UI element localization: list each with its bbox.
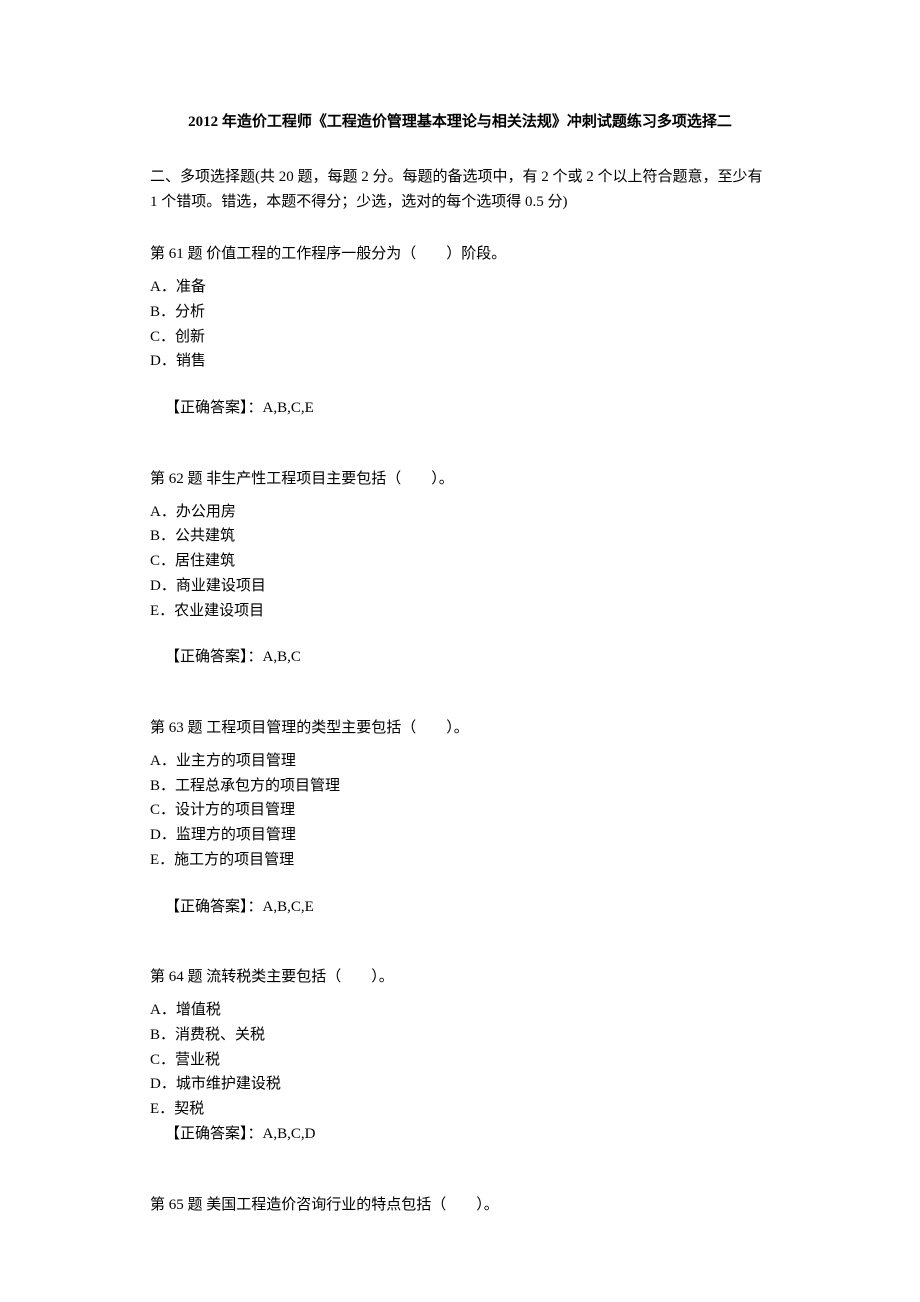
answer-value: A,B,C <box>263 649 301 665</box>
question-stem: 第 63 题 工程项目管理的类型主要包括（ ）。 <box>150 716 770 741</box>
question-option: E．施工方的项目管理 <box>150 848 770 873</box>
questions-container: 第 61 题 价值工程的工作程序一般分为（ ）阶段。A．准备B．分析C．创新D．… <box>150 242 770 1217</box>
question-block: 第 61 题 价值工程的工作程序一般分为（ ）阶段。 A．准备B．分析C．创新D．… <box>150 242 770 421</box>
question-stem: 第 61 题 价值工程的工作程序一般分为（ ）阶段。 <box>150 242 770 267</box>
question-stem: 第 65 题 美国工程造价咨询行业的特点包括（ ）。 <box>150 1193 770 1218</box>
question-option: D．监理方的项目管理 <box>150 823 770 848</box>
question-block: 第 64 题 流转税类主要包括（ ）。 A．增值税B．消费税、关税C．营业税D．城… <box>150 965 770 1146</box>
question-option: A．增值税 <box>150 998 770 1023</box>
answer-label: 【正确答案】： <box>165 899 263 915</box>
question-option: B．消费税、关税 <box>150 1023 770 1048</box>
answer-label: 【正确答案】： <box>165 1126 263 1142</box>
question-block: 第 63 题 工程项目管理的类型主要包括（ ）。 A．业主方的项目管理B．工程总承… <box>150 716 770 919</box>
question-option: D．销售 <box>150 349 770 374</box>
question-option: E．农业建设项目 <box>150 599 770 624</box>
question-option: E．契税 <box>150 1097 770 1122</box>
question-option: A．业主方的项目管理 <box>150 749 770 774</box>
question-option: C．创新 <box>150 325 770 350</box>
question-option: C．设计方的项目管理 <box>150 798 770 823</box>
section-intro: 二、多项选择题(共 20 题，每题 2 分。每题的备选项中，有 2 个或 2 个… <box>150 165 770 215</box>
answer-label: 【正确答案】： <box>165 400 263 416</box>
correct-answer: 【正确答案】：A,B,C,E <box>150 895 770 920</box>
question-option: A．准备 <box>150 275 770 300</box>
question-option: B．分析 <box>150 300 770 325</box>
question-stem: 第 62 题 非生产性工程项目主要包括（ ）。 <box>150 467 770 492</box>
correct-answer: 【正确答案】：A,B,C,D <box>150 1122 770 1147</box>
answer-value: A,B,C,D <box>263 1126 316 1142</box>
question-option: D．商业建设项目 <box>150 574 770 599</box>
question-block: 第 62 题 非生产性工程项目主要包括（ ）。 A．办公用房B．公共建筑C．居住建… <box>150 467 770 670</box>
page-title: 2012 年造价工程师《工程造价管理基本理论与相关法规》冲刺试题练习多项选择二 <box>150 110 770 135</box>
question-option: A．办公用房 <box>150 500 770 525</box>
answer-value: A,B,C,E <box>263 899 314 915</box>
question-option: D．城市维护建设税 <box>150 1072 770 1097</box>
question-block: 第 65 题 美国工程造价咨询行业的特点包括（ ）。 <box>150 1193 770 1218</box>
question-option: B．工程总承包方的项目管理 <box>150 774 770 799</box>
correct-answer: 【正确答案】：A,B,C,E <box>150 396 770 421</box>
question-option: B．公共建筑 <box>150 524 770 549</box>
question-option: C．营业税 <box>150 1048 770 1073</box>
question-option: C．居住建筑 <box>150 549 770 574</box>
correct-answer: 【正确答案】：A,B,C <box>150 645 770 670</box>
answer-label: 【正确答案】： <box>165 649 263 665</box>
question-stem: 第 64 题 流转税类主要包括（ ）。 <box>150 965 770 990</box>
answer-value: A,B,C,E <box>263 400 314 416</box>
